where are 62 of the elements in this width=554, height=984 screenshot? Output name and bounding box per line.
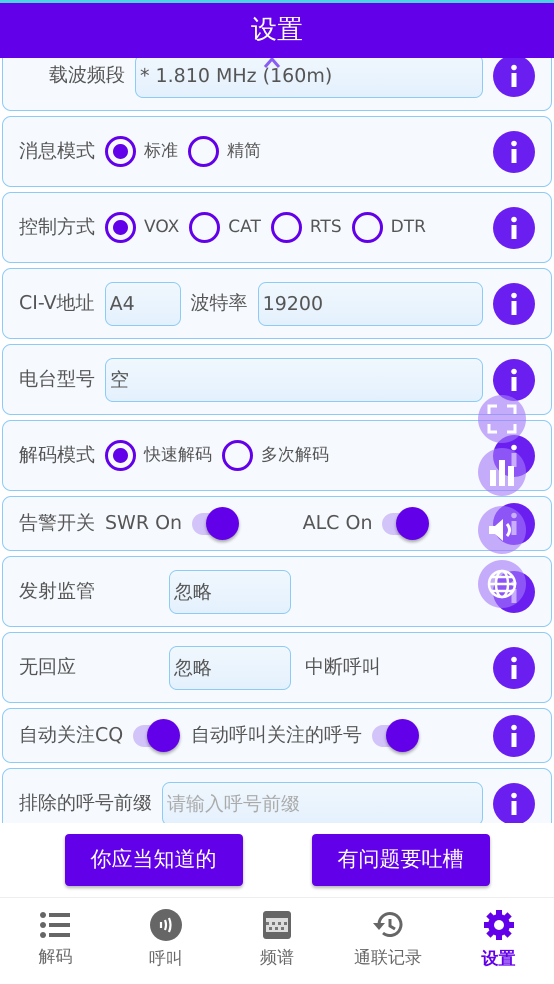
setting-label: 发射监管 — [19, 579, 96, 604]
setting-label: 消息模式 — [19, 139, 95, 164]
radio-option[interactable]: RTS — [270, 212, 342, 243]
fullscreen-icon[interactable] — [478, 395, 526, 443]
switch-label: 自动呼叫关注的呼号 — [191, 723, 362, 748]
toggle-switch[interactable] — [382, 506, 430, 542]
input-field[interactable]: 请输入呼号前缀 — [162, 782, 483, 823]
app-title: 设置 — [0, 3, 554, 58]
setting-label: 无回应 — [19, 655, 77, 680]
setting-label: 告警开关 — [19, 511, 95, 536]
setting-label: CI-V地址 — [19, 291, 95, 316]
radio-option[interactable]: 快速解码 — [105, 440, 212, 471]
nav-tab[interactable]: 频谱 — [222, 898, 332, 984]
value-field[interactable]: 空 — [105, 358, 483, 402]
radio-option[interactable]: 标准 — [105, 136, 178, 167]
info-button[interactable] — [493, 130, 535, 172]
caret-icon[interactable] — [263, 58, 281, 68]
value-field[interactable]: 19200 — [258, 282, 483, 326]
info-button[interactable] — [493, 782, 535, 823]
info-button[interactable] — [493, 646, 535, 688]
nav-tab[interactable]: 呼叫 — [110, 898, 222, 984]
radio-option[interactable]: DTR — [352, 212, 426, 243]
info-button[interactable] — [492, 502, 535, 544]
toggle-switch[interactable] — [192, 506, 240, 542]
radio-option[interactable]: CAT — [189, 212, 261, 243]
info-button[interactable] — [493, 206, 535, 248]
info-button[interactable] — [493, 58, 535, 96]
setting-label: 控制方式 — [19, 215, 95, 240]
toggle-switch[interactable] — [372, 718, 420, 754]
value-field[interactable]: A4 — [104, 282, 181, 326]
action-button[interactable]: 有问题要吐槽 — [312, 834, 490, 886]
list-icon — [39, 911, 72, 940]
setting-label: 解码模式 — [19, 443, 95, 468]
info-button[interactable] — [493, 282, 535, 324]
switch-label: 自动关注CQ — [19, 723, 124, 748]
value-field[interactable]: 忽略 — [169, 570, 291, 614]
radio-option[interactable]: 多次解码 — [222, 440, 329, 471]
value-field[interactable]: 忽略 — [169, 646, 291, 690]
nav-tab[interactable]: 通联记录 — [332, 898, 444, 984]
speaker-icon[interactable] — [478, 506, 526, 554]
nav-tab[interactable]: 设置 — [443, 898, 554, 984]
nav-tab[interactable]: 解码 — [0, 898, 111, 984]
value-field[interactable]: * 1.810 MHz (160m) — [135, 58, 483, 98]
setting-label: 波特率 — [190, 291, 248, 316]
setting-label: 中断呼叫 — [305, 655, 381, 680]
setting-label: 载波频段 — [49, 63, 125, 88]
info-button[interactable] — [493, 570, 535, 612]
toggle-switch[interactable] — [133, 718, 182, 754]
setting-label: 排除的呼号前缀 — [19, 791, 152, 816]
setting-label: 电台型号 — [19, 367, 95, 392]
switch-label: ALC On — [302, 511, 372, 536]
globe-icon[interactable] — [478, 560, 526, 608]
info-button[interactable] — [493, 714, 535, 756]
broadcast-icon — [150, 909, 182, 942]
info-button[interactable] — [493, 358, 535, 400]
grid-icon — [262, 910, 292, 940]
radio-option[interactable]: VOX — [105, 212, 180, 243]
radio-option[interactable]: 精简 — [188, 136, 261, 167]
switch-label: SWR On — [105, 511, 182, 536]
settings-icon — [482, 909, 515, 942]
bar-chart-icon[interactable] — [478, 448, 526, 496]
action-button[interactable]: 你应当知道的 — [64, 834, 242, 886]
